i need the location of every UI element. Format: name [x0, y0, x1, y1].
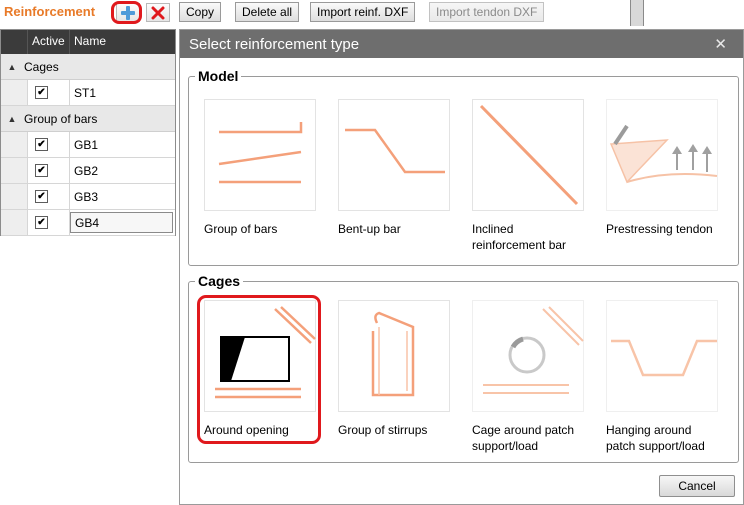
close-icon[interactable]: ✕ — [714, 35, 727, 53]
toolbar-separator — [630, 0, 644, 26]
table-row[interactable]: ✔ ST1 — [1, 80, 175, 106]
model-group: Model Group of bars Bent-up bar Inclined… — [188, 68, 739, 266]
cages-legend: Cages — [195, 273, 244, 289]
table-row[interactable]: ✔ GB1 — [1, 132, 175, 158]
tile-label: Group of bars — [204, 222, 278, 236]
tile-prestressing-tendon[interactable]: Prestressing tendon — [606, 99, 736, 237]
collapse-caret-icon[interactable]: ▲ — [4, 62, 20, 72]
group-label: Group of bars — [24, 111, 98, 126]
tile-group-of-bars[interactable]: Group of bars — [204, 99, 334, 237]
tile-label: Inclined reinforcement bar — [472, 222, 567, 252]
group-row-cages[interactable]: ▲ Cages — [1, 54, 175, 80]
model-legend: Model — [195, 68, 242, 84]
cage-patch-icon — [483, 306, 584, 394]
tile-label: Bent-up bar — [338, 222, 401, 236]
row-name: GB2 — [74, 163, 99, 178]
tile-group-of-stirrups[interactable]: Group of stirrups — [338, 300, 468, 438]
tile-label: Cage around patch support/load — [472, 423, 575, 453]
bent-up-bar-icon — [345, 128, 445, 174]
tile-inclined-bar[interactable]: Inclined reinforcement bar — [472, 99, 602, 253]
table-row[interactable]: ✔ GB4 — [1, 210, 175, 236]
row-name: GB3 — [74, 189, 99, 204]
tile-label: Hanging around patch support/load — [606, 423, 705, 453]
prestressing-tendon-icon — [609, 124, 718, 184]
hanging-patch-icon — [611, 339, 717, 377]
active-checkbox[interactable]: ✔ — [35, 216, 48, 229]
reinforcement-tree-grid: Active Name ▲ Cages ✔ ST1 ▲ Group of bar… — [0, 29, 176, 236]
add-button-highlight — [111, 1, 142, 24]
tile-label: Prestressing tendon — [606, 222, 713, 236]
column-header-active[interactable]: Active — [28, 30, 70, 54]
active-checkbox[interactable]: ✔ — [35, 138, 48, 151]
group-label: Cages — [24, 59, 59, 74]
table-row[interactable]: ✔ GB3 — [1, 184, 175, 210]
toolbar: Reinforcement Copy Delete all Import rei… — [0, 0, 744, 26]
tile-label: Group of stirrups — [338, 423, 428, 437]
import-tendon-dxf-button[interactable]: Import tendon DXF — [429, 2, 545, 22]
group-of-bars-icon — [218, 122, 303, 184]
dialog-titlebar: Select reinforcement type ✕ — [180, 30, 743, 58]
active-checkbox[interactable]: ✔ — [35, 190, 48, 203]
panel-title: Reinforcement — [4, 4, 96, 19]
group-row-group-of-bars[interactable]: ▲ Group of bars — [1, 106, 175, 132]
row-name: GB4 — [70, 212, 173, 233]
inclined-bar-icon — [479, 104, 579, 206]
cancel-button[interactable]: Cancel — [659, 475, 735, 497]
copy-button[interactable]: Copy — [179, 2, 222, 22]
tile-cage-around-patch[interactable]: Cage around patch support/load — [472, 300, 602, 454]
row-name: ST1 — [74, 85, 97, 100]
grid-header: Active Name — [1, 30, 175, 54]
delete-all-button[interactable]: Delete all — [235, 2, 300, 22]
tile-hanging-around-patch[interactable]: Hanging around patch support/load — [606, 300, 736, 454]
collapse-caret-icon[interactable]: ▲ — [4, 114, 20, 124]
table-row[interactable]: ✔ GB2 — [1, 158, 175, 184]
import-reinf-dxf-button[interactable]: Import reinf. DXF — [310, 2, 416, 22]
active-checkbox[interactable]: ✔ — [35, 164, 48, 177]
column-header-name[interactable]: Name — [70, 30, 175, 54]
tile-bent-up-bar[interactable]: Bent-up bar — [338, 99, 468, 237]
dialog-title: Select reinforcement type — [189, 35, 360, 53]
row-name: GB1 — [74, 137, 99, 152]
stirrups-icon — [371, 311, 415, 397]
delete-button[interactable] — [146, 3, 170, 22]
active-checkbox[interactable]: ✔ — [35, 86, 48, 99]
around-opening-highlight — [197, 295, 321, 444]
red-x-icon — [151, 6, 165, 19]
